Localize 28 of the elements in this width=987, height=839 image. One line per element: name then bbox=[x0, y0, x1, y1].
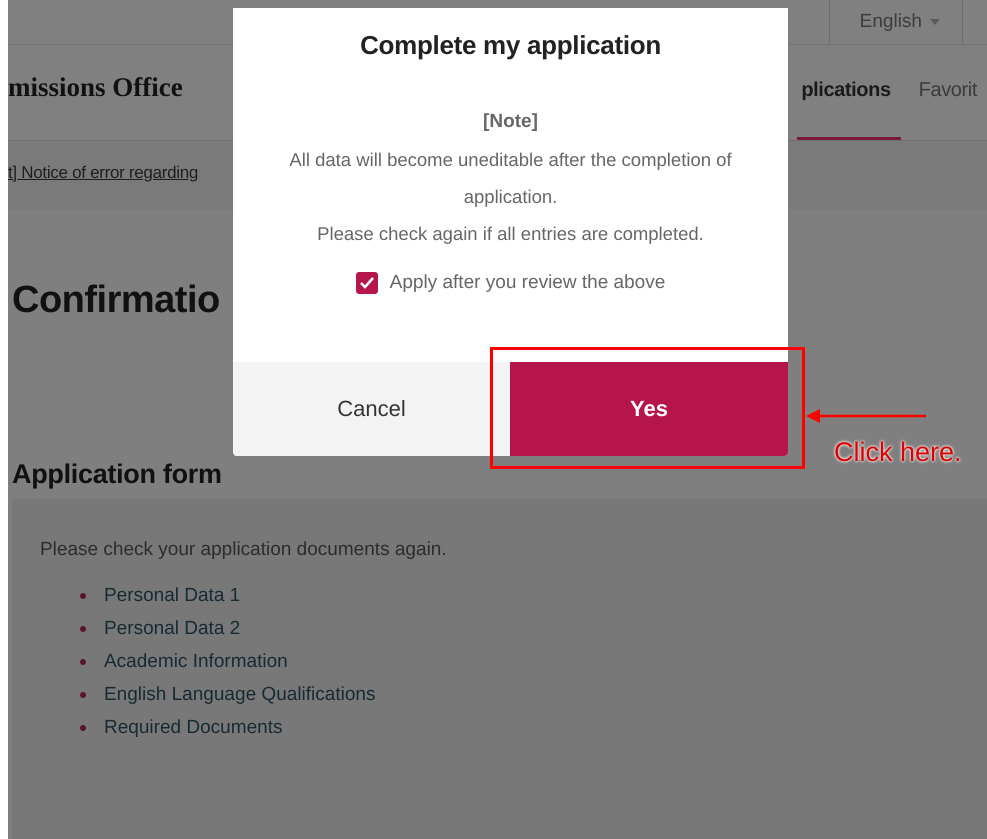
document-item: English Language Qualifications bbox=[104, 684, 376, 706]
check-icon bbox=[360, 277, 374, 289]
bullet-icon bbox=[80, 593, 86, 599]
document-item: Personal Data 1 bbox=[104, 585, 240, 607]
language-select[interactable]: English bbox=[828, 0, 963, 44]
bullet-icon bbox=[80, 659, 86, 665]
bullet-icon bbox=[80, 692, 86, 698]
nav-tab[interactable]: Favorit bbox=[914, 45, 987, 140]
logo-title: missions Office bbox=[8, 72, 183, 103]
dialog-title: Complete my application bbox=[359, 30, 662, 61]
document-item: Academic Information bbox=[104, 651, 288, 673]
yes-button[interactable]: Yes bbox=[510, 362, 788, 456]
note-heading: [Note] bbox=[482, 111, 539, 133]
document-item: Required Documents bbox=[104, 717, 282, 739]
checkbox-label: Apply after you review the above bbox=[390, 272, 666, 294]
note-text: All data will become uneditable after the completion of application. bbox=[288, 148, 733, 209]
bullet-icon bbox=[80, 626, 86, 632]
notice-link[interactable]: t] Notice of error regarding bbox=[8, 162, 198, 183]
note-text: Please check again if all entries are completed. bbox=[316, 222, 705, 246]
bullet-icon bbox=[80, 725, 86, 731]
intro-text: Please check your application documents again. bbox=[40, 539, 448, 561]
annotation-text: Click here. bbox=[834, 437, 962, 468]
checkbox[interactable] bbox=[356, 272, 378, 294]
cancel-button[interactable]: Cancel bbox=[233, 362, 510, 456]
caret-icon bbox=[930, 19, 940, 25]
document-item: Personal Data 2 bbox=[104, 618, 240, 640]
page-title: Confirmatio bbox=[12, 279, 220, 323]
section-title: Application form bbox=[12, 459, 222, 491]
